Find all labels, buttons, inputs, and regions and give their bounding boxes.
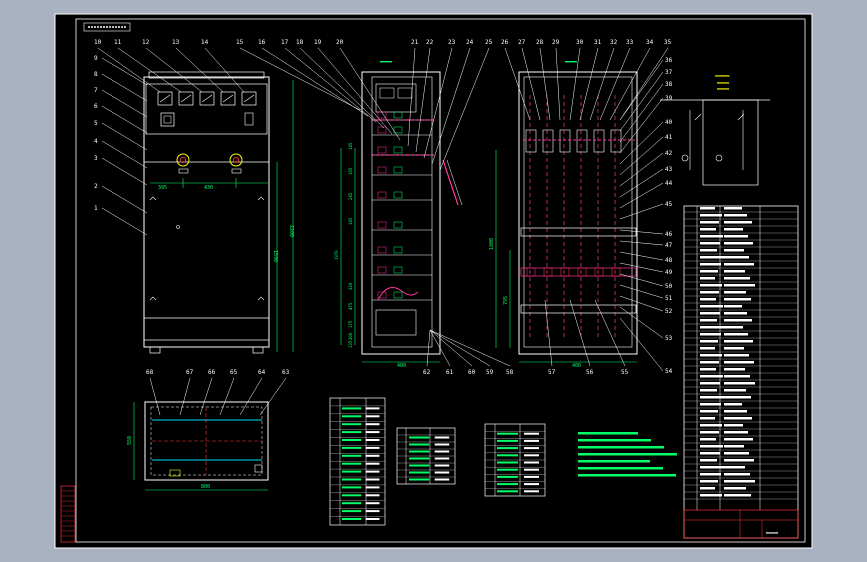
- callout-label: 21: [411, 39, 419, 46]
- callout-label: 19: [314, 39, 322, 46]
- callout-label: 49: [665, 269, 673, 276]
- callout-label: 67: [186, 369, 194, 376]
- dim-side-value: 195: [348, 167, 353, 175]
- callout-label: 33: [626, 39, 634, 46]
- dim-plan-depth: 550: [127, 436, 133, 445]
- dim-rear-3: 400: [572, 363, 581, 369]
- dim-side-width: 400: [397, 363, 406, 369]
- svg-text:▬▬▬▬▬: ▬▬▬▬▬: [717, 86, 730, 91]
- callout-label: 68: [146, 369, 154, 376]
- callout-label: 40: [665, 119, 673, 126]
- dim-front-height-inner: 1590: [272, 250, 278, 262]
- callout-label: 26: [501, 39, 509, 46]
- callout-label: 57: [548, 369, 556, 376]
- dim-side-value: 145: [348, 217, 353, 225]
- callout-label: 50: [665, 283, 673, 290]
- callout-label: 8: [94, 71, 98, 78]
- callout-label: 53: [665, 335, 673, 342]
- rear-view-title: ▬▬▬▬: [565, 59, 577, 65]
- svg-text:▬▬▬▬▬: ▬▬▬▬▬: [766, 530, 779, 535]
- callout-label: 32: [610, 39, 618, 46]
- dim-side-value: 175: [348, 320, 353, 328]
- callout-label: 42: [665, 150, 673, 157]
- dim-side-value: 300: [348, 332, 353, 340]
- callout-label: 59: [486, 369, 494, 376]
- callout-label: 14: [201, 39, 209, 46]
- callout-label: 30: [576, 39, 584, 46]
- callout-label: 48: [665, 257, 673, 264]
- callout-label: 58: [506, 369, 514, 376]
- callout-label: 17: [281, 39, 289, 46]
- callout-label: 27: [518, 39, 526, 46]
- dim-side-value: 135: [348, 340, 353, 348]
- dim-front-height-total: 2200: [288, 225, 294, 237]
- callout-label: 22: [426, 39, 434, 46]
- dim-front-b: 430: [204, 185, 213, 191]
- callout-label: 24: [466, 39, 474, 46]
- dim-side-value: 475: [348, 302, 353, 310]
- callout-label: 23: [448, 39, 456, 46]
- callout-label: 9: [94, 55, 98, 62]
- callout-label: 20: [336, 39, 344, 46]
- callout-label: 16: [258, 39, 266, 46]
- dim-side-value: 145: [348, 142, 353, 150]
- callout-label: 36: [665, 57, 673, 64]
- callout-label: 52: [665, 308, 673, 315]
- callout-label: 1: [94, 205, 98, 212]
- callout-label: 65: [230, 369, 238, 376]
- dim-rear-1: 1800: [489, 238, 495, 250]
- callout-label: 37: [665, 69, 673, 76]
- callout-label: 5: [94, 120, 98, 127]
- callout-label: 29: [552, 39, 560, 46]
- callout-label: 10: [94, 39, 102, 46]
- side-view-title: ▬▬▬▬: [380, 59, 392, 65]
- callout-label: 45: [665, 201, 673, 208]
- callout-label: 38: [665, 81, 673, 88]
- callout-label: 7: [94, 87, 98, 94]
- callout-label: 13: [172, 39, 180, 46]
- callout-label: 64: [258, 369, 266, 376]
- callout-label: 54: [665, 368, 673, 375]
- callout-label: 3: [94, 155, 98, 162]
- dim-rear-2: 795: [503, 296, 509, 305]
- callout-label: 2: [94, 183, 98, 190]
- callout-label: 43: [665, 166, 673, 173]
- callout-label: 34: [646, 39, 654, 46]
- callout-label: 56: [586, 369, 594, 376]
- callout-label: 4: [94, 138, 98, 145]
- callout-label: 62: [423, 369, 431, 376]
- svg-text:▬▬▬▬▬▬: ▬▬▬▬▬▬: [715, 73, 730, 78]
- dim-front-a: 395: [158, 185, 167, 191]
- callout-label: 51: [665, 295, 673, 302]
- callout-label: 6: [94, 103, 98, 110]
- dim-side-value: 245: [348, 192, 353, 200]
- drawing-sheet: [54, 13, 813, 549]
- callout-label: 41: [665, 134, 673, 141]
- callout-label: 31: [594, 39, 602, 46]
- svg-text:▬▬▬▬▬: ▬▬▬▬▬: [717, 80, 730, 85]
- callout-label: 66: [208, 369, 216, 376]
- callout-label: 28: [536, 39, 544, 46]
- callout-label: 46: [665, 231, 673, 238]
- callout-label: 60: [468, 369, 476, 376]
- callout-label: 25: [485, 39, 493, 46]
- callout-label: 47: [665, 242, 673, 249]
- callout-label: 61: [446, 369, 454, 376]
- callout-label: 12: [142, 39, 150, 46]
- callout-label: 18: [296, 39, 304, 46]
- dim-side-value: 1970: [334, 250, 339, 260]
- callout-label: 44: [665, 180, 673, 187]
- callout-label: 11: [114, 39, 122, 46]
- dim-side-value: 320: [348, 282, 353, 290]
- callout-label: 35: [664, 39, 672, 46]
- callout-label: 39: [665, 95, 673, 102]
- dim-plan-width: 800: [201, 484, 210, 490]
- callout-label: 15: [236, 39, 244, 46]
- cad-drawing-canvas: 395 430 2200 1590 10 11 12 13 14987654321 14…: [54, 13, 813, 549]
- callout-label: 63: [282, 369, 290, 376]
- callout-label: 55: [621, 369, 629, 376]
